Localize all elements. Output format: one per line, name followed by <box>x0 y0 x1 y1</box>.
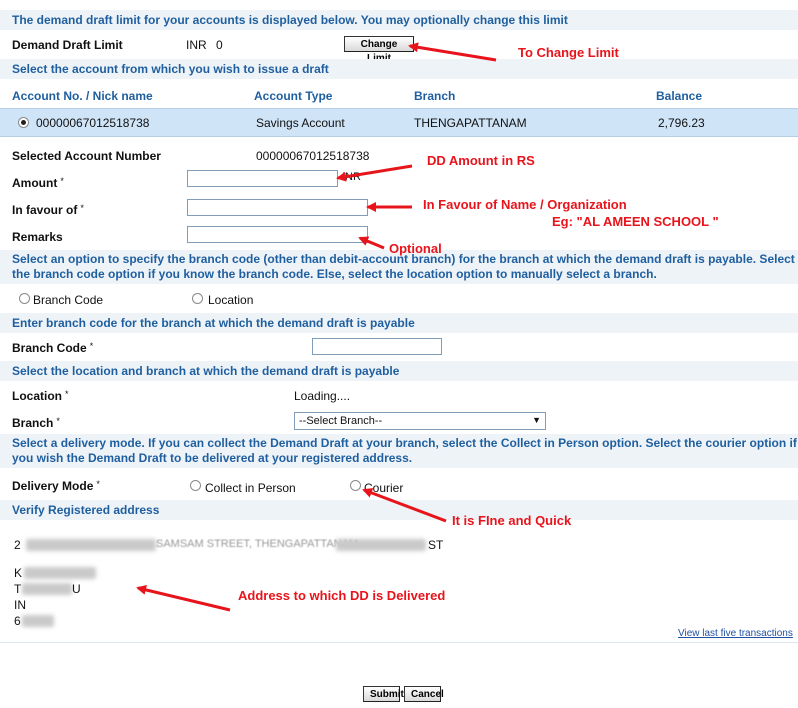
annotation-dd-amount: DD Amount in RS <box>427 153 535 168</box>
annotation-courier: It is FIne and Quick <box>452 513 572 528</box>
change-limit-arrow <box>408 42 497 62</box>
dd-amount-arrow <box>336 164 413 182</box>
optional-arrow <box>358 236 385 250</box>
annotation-change-limit: To Change Limit <box>518 45 619 60</box>
courier-arrow <box>362 488 447 523</box>
annotation-favour-line1: In Favour of Name / Organization <box>423 197 627 212</box>
address-arrow <box>136 584 231 612</box>
annotation-optional: Optional <box>389 241 442 256</box>
annotation-address: Address to which DD is Delivered <box>238 588 446 603</box>
annotation-favour-line2: Eg: "AL AMEEN SCHOOL " <box>552 214 719 229</box>
